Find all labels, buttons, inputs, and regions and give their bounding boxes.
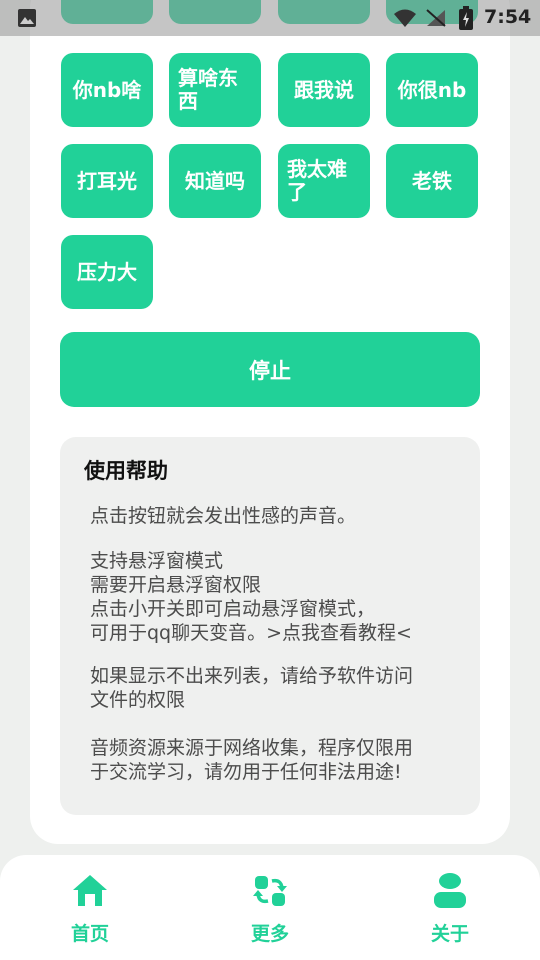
gallery-icon bbox=[18, 9, 36, 27]
sound-button[interactable]: 压力大 bbox=[61, 235, 153, 309]
help-title: 使用帮助 bbox=[84, 459, 168, 483]
sound-button[interactable]: 知道吗 bbox=[169, 144, 261, 218]
wifi-icon bbox=[394, 9, 416, 27]
no-signal-icon bbox=[426, 9, 446, 27]
refresh-icon bbox=[253, 876, 287, 906]
sound-button[interactable]: 我太难了 bbox=[278, 144, 370, 218]
help-text-1: 点击按钮就会发出性感的声音。 bbox=[90, 505, 357, 527]
help-text-3: 如果显示不出来列表，请给予软件访问 文件的权限 bbox=[90, 665, 414, 711]
sound-button[interactable]: 你很nb bbox=[386, 53, 478, 127]
tab-home-label: 首页 bbox=[70, 923, 109, 945]
sound-button[interactable]: 算啥东西 bbox=[169, 53, 261, 127]
stop-button[interactable]: 停止 bbox=[60, 332, 480, 407]
sound-button[interactable]: 你nb啥 bbox=[61, 53, 153, 127]
person-icon bbox=[434, 873, 466, 908]
bottom-nav: 首页 更多 关于 bbox=[0, 855, 540, 960]
tab-about-label: 关于 bbox=[430, 923, 469, 945]
tab-home[interactable]: 首页 bbox=[30, 855, 150, 960]
help-text-2[interactable]: 支持悬浮窗模式 需要开启悬浮窗权限 点击小开关即可启动悬浮窗模式， 可用于qq聊… bbox=[90, 549, 470, 645]
sound-button[interactable]: 打耳光 bbox=[61, 144, 153, 218]
status-bar: 7:54 bbox=[0, 0, 540, 36]
home-icon bbox=[73, 875, 107, 906]
tab-more-label: 更多 bbox=[250, 923, 289, 945]
battery-icon bbox=[459, 6, 473, 30]
tab-about[interactable]: 关于 bbox=[390, 855, 510, 960]
help-text-4: 音频资源来源于网络收集，程序仅限用 于交流学习，请勿用于任何非法用途! bbox=[90, 737, 414, 783]
tab-more[interactable]: 更多 bbox=[210, 855, 330, 960]
status-time: 7:54 bbox=[484, 6, 532, 28]
sound-button[interactable]: 老铁 bbox=[386, 144, 478, 218]
sound-button[interactable]: 跟我说 bbox=[278, 53, 370, 127]
help-panel: 使用帮助 点击按钮就会发出性感的声音。 支持悬浮窗模式 需要开启悬浮窗权限 点击… bbox=[60, 437, 480, 815]
